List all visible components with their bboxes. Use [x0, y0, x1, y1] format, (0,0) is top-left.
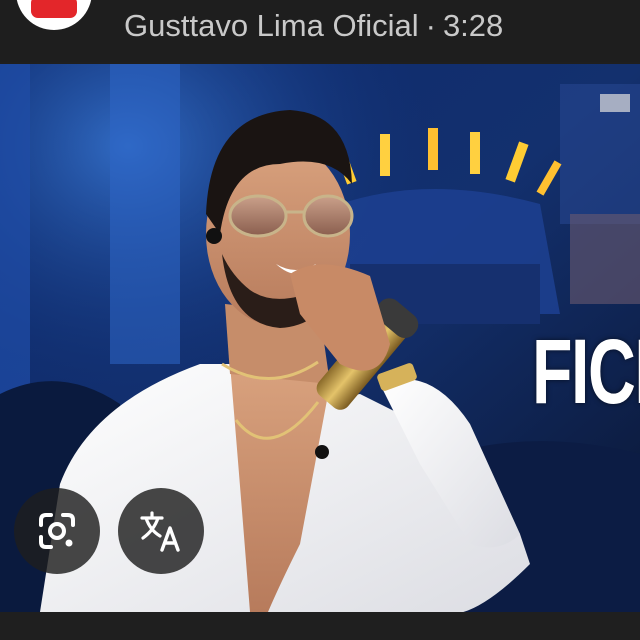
- youtube-logo-icon[interactable]: [16, 0, 92, 30]
- bottom-bar: [0, 612, 640, 640]
- translate-icon: [140, 511, 180, 552]
- translate-button[interactable]: [118, 488, 204, 574]
- video-duration: 3:28: [442, 8, 504, 43]
- channel-name[interactable]: Gusttavo Lima Oficial: [124, 8, 419, 43]
- google-lens-button[interactable]: [14, 488, 100, 574]
- screen: Gusttavo Lima Oficial · 3:28 FICI: [0, 0, 640, 640]
- google-lens-icon: [39, 513, 75, 549]
- video-header: Gusttavo Lima Oficial · 3:28: [0, 0, 640, 62]
- meta-separator: ·: [425, 8, 436, 43]
- video-meta-line[interactable]: Gusttavo Lima Oficial · 3:28: [124, 6, 503, 46]
- thumbnail-title-text: FICI: [532, 321, 640, 423]
